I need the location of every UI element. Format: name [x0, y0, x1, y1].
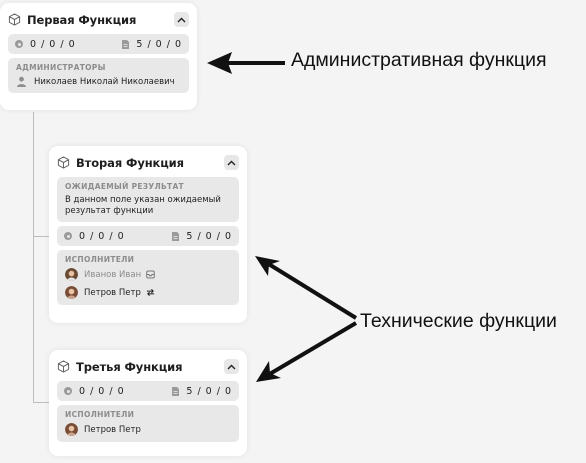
tech-arrow-lower	[256, 321, 358, 382]
annotation-admin-label: Административная функция	[291, 49, 547, 71]
admin-arrow	[207, 52, 285, 74]
annotation-tech-label: Технические функции	[360, 310, 557, 332]
tech-arrow-upper	[255, 256, 358, 320]
